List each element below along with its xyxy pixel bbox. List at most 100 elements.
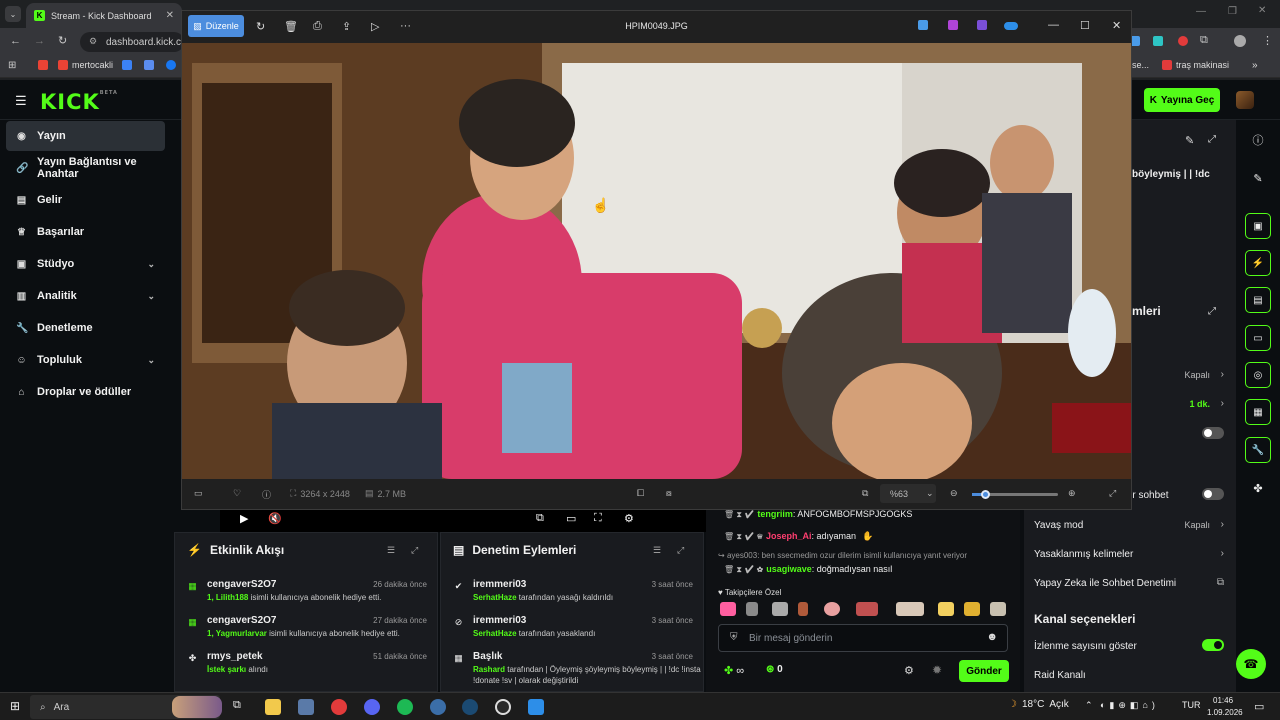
- weather-widget[interactable]: ☽ 18°C Açık: [1008, 699, 1069, 710]
- reload-icon[interactable]: ↻: [58, 34, 67, 47]
- emote-icon[interactable]: [896, 602, 924, 616]
- mod-tools-icon[interactable]: ✹: [932, 663, 942, 677]
- clock-time[interactable]: 01:46: [1213, 696, 1233, 705]
- sidebar-item-yayin[interactable]: ◉ Yayın: [6, 121, 165, 151]
- rail-stream-preview-icon[interactable]: ▣: [1245, 213, 1271, 239]
- maximize-icon[interactable]: ☐: [1080, 19, 1090, 32]
- user-avatar[interactable]: [1236, 91, 1254, 109]
- filter-icon[interactable]: ☰: [653, 545, 661, 556]
- onedrive-icon[interactable]: [1004, 22, 1018, 30]
- forward-icon[interactable]: →: [34, 35, 45, 47]
- kick-logo[interactable]: KICKBETA: [40, 90, 118, 114]
- ext-icon-3[interactable]: [1178, 36, 1188, 46]
- tray-chevron-icon[interactable]: ⌃: [1085, 700, 1093, 711]
- emote-icon[interactable]: [746, 602, 758, 616]
- mute-icon[interactable]: 🔇: [268, 512, 282, 525]
- bookmark-icon-b[interactable]: [144, 60, 154, 70]
- language-indicator[interactable]: TUR: [1182, 700, 1201, 710]
- tab-close-icon[interactable]: ✕: [166, 10, 174, 21]
- steam-icon[interactable]: [462, 699, 478, 715]
- emote-icon[interactable]: [856, 602, 878, 616]
- setting-row[interactable]: İzlenme sayısını göster: [1034, 639, 1224, 657]
- chat-username[interactable]: tengriim: [757, 509, 793, 519]
- filmstrip-icon[interactable]: ▭: [194, 488, 203, 499]
- filter-icon[interactable]: ☰: [387, 545, 395, 556]
- zoom-out-icon[interactable]: ⊖: [950, 488, 958, 499]
- popout-icon[interactable]: ⤢: [1208, 306, 1216, 317]
- help-chat-button[interactable]: ☎: [1236, 649, 1266, 679]
- favorite-icon[interactable]: ♡: [233, 488, 241, 499]
- setting-row[interactable]: Yasaklanmış kelimeler ›: [1034, 548, 1224, 565]
- app-icon-1[interactable]: [918, 20, 928, 30]
- obs-icon[interactable]: [495, 699, 511, 715]
- emote-icon[interactable]: [938, 602, 954, 616]
- apps-icon[interactable]: ⊞: [8, 60, 16, 71]
- fullscreen-icon[interactable]: ⤢: [1109, 488, 1116, 499]
- zoom-slider-knob[interactable]: [981, 490, 990, 499]
- fullscreen-icon[interactable]: ⛶: [594, 512, 602, 525]
- tray-icons[interactable]: ◐▮⊕◧⌂): [1100, 700, 1159, 711]
- browser-tab[interactable]: K Stream - Kick Dashboard ✕: [26, 3, 182, 28]
- sidebar-item-droplar[interactable]: ⌂ Droplar ve ödüller: [6, 377, 165, 407]
- facebook-bookmark[interactable]: [166, 60, 176, 70]
- calculator-icon[interactable]: [298, 699, 314, 715]
- toggle-switch[interactable]: [1202, 639, 1224, 651]
- task-view-icon[interactable]: ⧉: [233, 699, 241, 712]
- toggle-switch[interactable]: [1202, 488, 1224, 500]
- fit-to-window-icon[interactable]: ⧉: [862, 488, 868, 499]
- emote-icon[interactable]: [964, 602, 980, 616]
- rail-list-icon[interactable]: ▤: [1245, 287, 1271, 313]
- photo-image[interactable]: ☝: [182, 43, 1131, 479]
- zoom-select[interactable]: %63 ⌄: [880, 484, 936, 503]
- chat-settings-icon[interactable]: ⚙: [904, 664, 914, 677]
- popout-icon[interactable]: ⤢: [411, 545, 418, 556]
- edit-stream-icon[interactable]: ✎: [1245, 165, 1271, 191]
- minimize-icon[interactable]: —: [1196, 6, 1206, 17]
- rail-chat-icon[interactable]: ▭: [1245, 325, 1271, 351]
- theater-icon[interactable]: ▭: [566, 512, 576, 525]
- close-icon[interactable]: ✕: [1112, 19, 1121, 32]
- visual-search-icon[interactable]: ⧇: [666, 488, 672, 499]
- more-bookmarks-icon[interactable]: »: [1252, 60, 1258, 71]
- clip-icon[interactable]: ⧉: [536, 512, 544, 525]
- edit-icon[interactable]: ✎: [1185, 134, 1194, 147]
- emote-icon[interactable]: [772, 602, 788, 616]
- info-icon[interactable]: ⓘ: [262, 488, 271, 501]
- site-info-icon[interactable]: ⚙: [89, 36, 97, 47]
- rail-archive-icon[interactable]: ▦: [1245, 399, 1271, 425]
- spotify-icon[interactable]: [397, 699, 413, 715]
- app-icon[interactable]: [430, 699, 446, 715]
- minimize-icon[interactable]: —: [1048, 19, 1059, 31]
- sidebar-item-denetleme[interactable]: 🔧 Denetleme: [6, 313, 165, 343]
- rail-target-icon[interactable]: ◎: [1245, 362, 1271, 388]
- ext-icon-2[interactable]: [1153, 36, 1163, 46]
- emote-icon[interactable]: [824, 602, 840, 616]
- sidebar-item-analitik[interactable]: ▥ Analitik ⌄: [6, 281, 165, 311]
- emote-icon[interactable]: [720, 602, 736, 616]
- app-icon-3[interactable]: [977, 20, 987, 30]
- profile-icon[interactable]: [1234, 35, 1246, 47]
- sidebar-item-stream-key[interactable]: 🔗 Yayın Bağlantısı ve Anahtar: [6, 153, 165, 183]
- sidebar-item-topluluk[interactable]: ☺ Topluluk ⌄: [6, 345, 165, 375]
- app-icon-2[interactable]: [948, 20, 958, 30]
- crop-icon[interactable]: ⧠: [637, 488, 644, 499]
- hamburger-icon[interactable]: ☰: [15, 93, 27, 109]
- setting-row[interactable]: Yavaş mod Kapalı ›: [1034, 519, 1224, 536]
- gmail-bookmark[interactable]: [38, 60, 48, 70]
- chat-username[interactable]: usagiwave: [766, 564, 812, 574]
- rail-lightning-icon[interactable]: ⚡: [1245, 250, 1271, 276]
- settings-icon[interactable]: ⚙: [624, 512, 634, 525]
- notifications-icon[interactable]: ▭: [1254, 700, 1264, 713]
- play-icon[interactable]: ▶: [240, 512, 248, 525]
- bookmark-mertocakli[interactable]: mertocakli: [58, 60, 113, 70]
- sidebar-item-basarilar[interactable]: ♕ Başarılar: [6, 217, 165, 247]
- bookmark-tras-makinasi[interactable]: traş makinasi: [1162, 60, 1229, 70]
- rail-wrench-icon[interactable]: 🔧: [1245, 437, 1271, 463]
- bookmark-se[interactable]: se...: [1132, 60, 1149, 70]
- bookmark-icon-a[interactable]: [122, 60, 132, 70]
- popout-icon[interactable]: ⤢: [1208, 134, 1216, 145]
- file-explorer-icon[interactable]: [265, 699, 281, 715]
- tab-search-button[interactable]: ⌄: [5, 6, 21, 22]
- zoom-in-icon[interactable]: ⊕: [1068, 488, 1076, 499]
- back-icon[interactable]: ←: [10, 35, 21, 47]
